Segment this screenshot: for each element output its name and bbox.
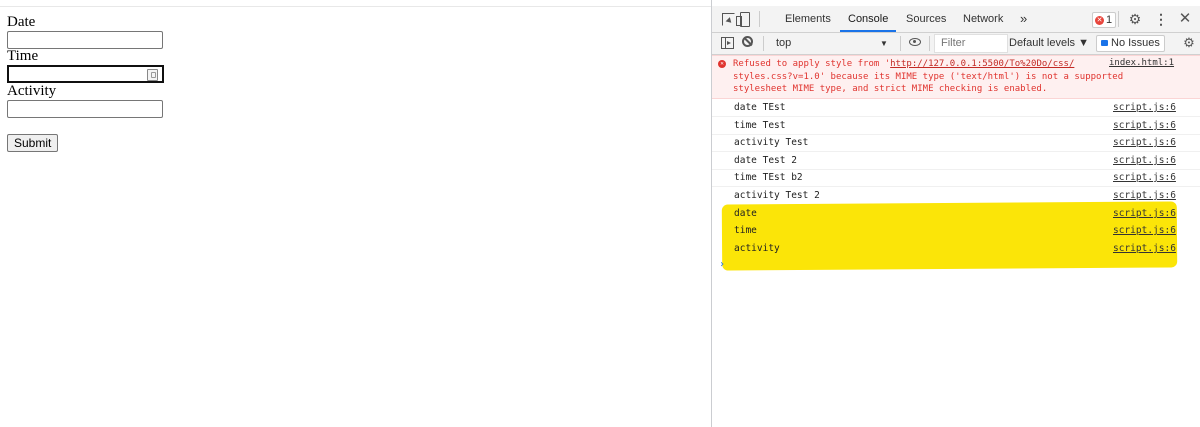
chevron-down-icon: ▼ <box>880 39 888 48</box>
log-row: activity Test script.js:6 <box>712 134 1200 152</box>
issue-icon <box>1101 40 1108 47</box>
divider <box>1118 11 1119 27</box>
log-message: time <box>734 225 757 236</box>
log-source-link[interactable]: script.js:6 <box>1113 243 1176 254</box>
log-source-link[interactable]: script.js:6 <box>1113 155 1176 166</box>
log-row: date script.js:6 <box>712 205 1200 222</box>
log-row: time TEst b2 script.js:6 <box>712 169 1200 187</box>
log-message: date Test 2 <box>734 155 797 166</box>
filter-input[interactable] <box>934 34 1008 53</box>
log-row: time Test script.js:6 <box>712 117 1200 135</box>
show-sidebar-icon[interactable] <box>721 37 734 49</box>
log-source-link[interactable]: script.js:6 <box>1113 225 1176 236</box>
log-message: activity Test <box>734 137 809 148</box>
tab-elements[interactable]: Elements <box>785 6 831 32</box>
divider <box>759 11 760 27</box>
divider <box>929 36 930 51</box>
error-icon: ✕ <box>718 60 726 68</box>
log-source-link[interactable]: script.js:6 <box>1113 137 1176 148</box>
console-toolbar: top ▼ Default levels ▼ No Issues ⚙ <box>712 33 1200 55</box>
divider <box>763 36 764 51</box>
error-source-link[interactable]: index.html:1 <box>1109 58 1174 68</box>
tab-console[interactable]: Console <box>840 6 897 32</box>
issues-button[interactable]: No Issues <box>1096 35 1165 52</box>
console-prompt-icon[interactable]: › <box>719 259 725 270</box>
activity-input[interactable] <box>7 100 163 118</box>
log-message: date TEst <box>734 102 786 113</box>
context-value: top <box>776 37 792 49</box>
log-row: date TEst script.js:6 <box>712 99 1200 117</box>
log-source-link[interactable]: script.js:6 <box>1113 120 1176 131</box>
error-count: 1 <box>1106 14 1113 26</box>
error-icon: ✕ <box>1095 15 1104 25</box>
log-message: date <box>734 208 757 219</box>
more-options-icon[interactable]: ⋮ <box>1154 12 1168 26</box>
submit-button[interactable]: Submit <box>7 134 59 152</box>
date-input[interactable] <box>7 31 163 49</box>
log-row: date Test 2 script.js:6 <box>712 152 1200 170</box>
tab-sources[interactable]: Sources <box>906 6 946 32</box>
log-row: time script.js:6 <box>712 222 1200 239</box>
log-source-link[interactable]: script.js:6 <box>1113 172 1176 183</box>
log-source-link[interactable]: script.js:6 <box>1113 102 1176 113</box>
log-source-link[interactable]: script.js:6 <box>1113 208 1176 219</box>
clock-icon[interactable] <box>147 69 158 81</box>
console-error-message: ✕ Refused to apply style from 'http://12… <box>712 55 1200 99</box>
log-message: activity Test 2 <box>734 190 820 201</box>
clear-console-icon[interactable] <box>742 36 753 47</box>
activity-label: Activity <box>7 83 57 99</box>
log-row: activity Test 2 script.js:6 <box>712 187 1200 204</box>
live-expression-eye-icon[interactable] <box>909 38 921 46</box>
device-toolbar-icon[interactable] <box>736 12 750 27</box>
log-row: activity script.js:6 <box>712 240 1200 257</box>
more-tabs-icon[interactable]: » <box>1020 6 1027 32</box>
inspect-element-icon[interactable] <box>722 13 735 26</box>
error-count-badge[interactable]: ✕ 1 <box>1092 12 1117 28</box>
close-icon[interactable]: ✕ <box>1178 11 1192 26</box>
page-viewport: Date Time Activity Submit <box>0 0 711 427</box>
devtools-panel: Elements Console Sources Network » ✕ 1 ⚙ … <box>711 0 1200 427</box>
issues-label: No Issues <box>1111 37 1160 49</box>
settings-gear-icon[interactable]: ⚙ <box>1128 12 1142 26</box>
date-label: Date <box>7 14 36 30</box>
time-input[interactable] <box>7 65 164 83</box>
log-levels-dropdown[interactable]: Default levels ▼ <box>1009 33 1089 54</box>
time-label: Time <box>7 48 39 64</box>
error-url-link[interactable]: http://127.0.0.1:5500/To%20Do/css/ <box>890 59 1074 69</box>
console-settings-gear-icon[interactable]: ⚙ <box>1182 36 1196 50</box>
divider <box>900 36 901 51</box>
log-source-link[interactable]: script.js:6 <box>1113 190 1176 201</box>
console-output: ✕ Refused to apply style from 'http://12… <box>712 55 1200 427</box>
log-message: activity <box>734 243 780 254</box>
log-message: time Test <box>734 120 786 131</box>
log-message: time TEst b2 <box>734 172 803 183</box>
tab-network[interactable]: Network <box>963 6 1003 32</box>
context-selector[interactable]: top ▼ <box>768 33 896 54</box>
devtools-tabbar: Elements Console Sources Network » ✕ 1 ⚙ … <box>712 6 1200 33</box>
